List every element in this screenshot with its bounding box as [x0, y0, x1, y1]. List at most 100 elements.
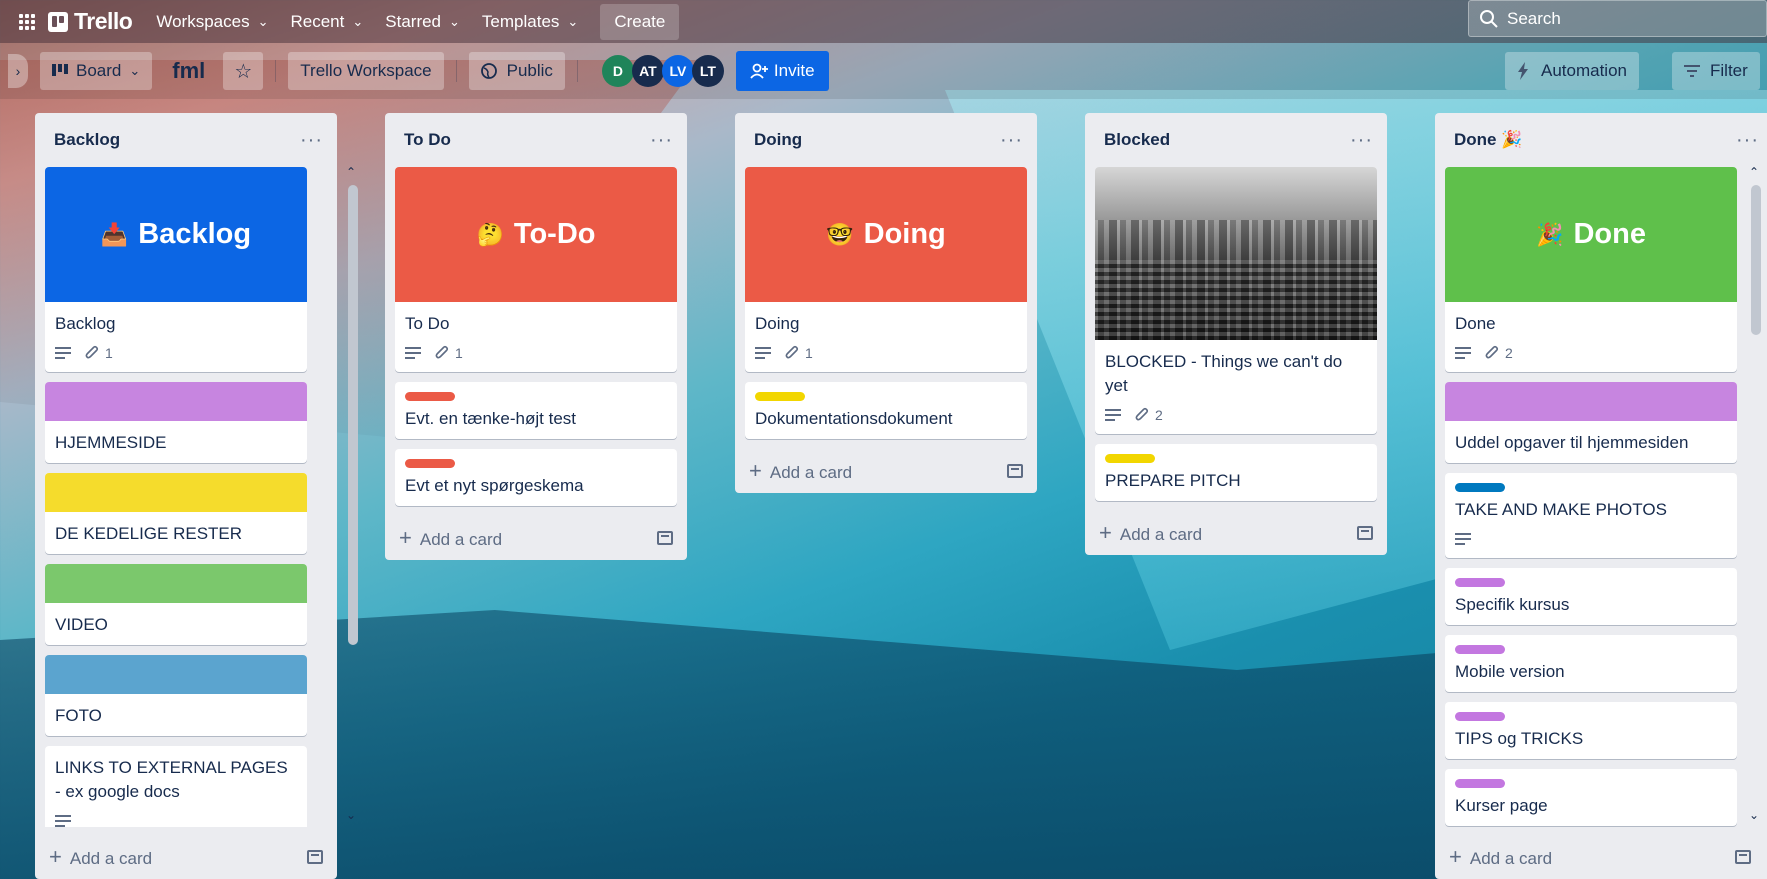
list-doing[interactable]: Doing ··· 🤓 Doing Doing 1 Dokumentations…	[735, 113, 1037, 493]
card-label[interactable]	[1455, 712, 1505, 721]
chevron-right-icon: ›	[15, 63, 21, 79]
member-avatar[interactable]: LV	[661, 55, 694, 87]
recent-menu[interactable]: Recent ⌄	[280, 6, 373, 38]
card-label[interactable]	[755, 392, 805, 401]
workspace-button[interactable]: Trello Workspace	[288, 52, 444, 90]
card[interactable]: Dokumentationsdokument	[745, 382, 1027, 439]
card[interactable]: 🤔 To-Do To Do 1	[395, 167, 677, 372]
more-options-icon[interactable]: ···	[300, 130, 323, 150]
card[interactable]: 🤓 Doing Doing 1	[745, 167, 1027, 372]
create-button[interactable]: Create	[600, 3, 680, 40]
card[interactable]: Uddel opgaver til hjemmesiden	[1445, 382, 1737, 463]
card[interactable]: Evt. en tænke-højt test	[395, 382, 677, 439]
add-card-button[interactable]: + Add a card	[1085, 511, 1387, 555]
board-title[interactable]: fml	[172, 58, 205, 84]
list-title[interactable]: To Do	[404, 130, 451, 150]
logo-text: Trello	[74, 8, 133, 34]
description-icon	[1455, 533, 1471, 545]
card-template-icon[interactable]	[1735, 850, 1751, 864]
card[interactable]: TIPS og TRICKS	[1445, 702, 1737, 759]
add-card-button[interactable]: + Add a card	[385, 516, 687, 560]
card-label[interactable]	[1455, 483, 1505, 492]
member-avatar[interactable]: D	[601, 55, 634, 87]
templates-menu[interactable]: Templates ⌄	[472, 6, 588, 38]
card-label[interactable]	[1455, 645, 1505, 654]
card-title: Evt et nyt spørgeskema	[405, 476, 584, 495]
card[interactable]: BLOCKED - Things we can't do yet 2	[1095, 167, 1377, 434]
more-options-icon[interactable]: ···	[1350, 130, 1373, 150]
card-title: To Do	[405, 314, 450, 333]
more-options-icon[interactable]: ···	[650, 130, 673, 150]
card-title: Doing	[755, 314, 800, 333]
attachment-count: 2	[1505, 345, 1513, 361]
list-title[interactable]: Blocked	[1104, 130, 1170, 150]
description-icon	[1105, 409, 1121, 421]
card-label[interactable]	[1105, 454, 1155, 463]
list-blocked[interactable]: Blocked ··· BLOCKED - Things we can't do…	[1085, 113, 1387, 555]
card[interactable]: Mobile version	[1445, 635, 1737, 692]
card-title: Specifik kursus	[1455, 595, 1570, 614]
card[interactable]: LINKS TO EXTERNAL PAGES - ex google docs	[45, 746, 307, 827]
card[interactable]: PREPARE PITCH	[1095, 444, 1377, 501]
list-header: Done 🎉 ···	[1435, 113, 1767, 167]
member-avatar[interactable]: AT	[631, 55, 664, 87]
list-backlog[interactable]: Backlog ··· 📥 Backlog Backlog 1 HJEMMESI…	[35, 113, 358, 879]
card[interactable]: Kurser page	[1445, 769, 1737, 826]
more-options-icon[interactable]: ···	[1000, 130, 1023, 150]
card-template-icon[interactable]	[1357, 526, 1373, 540]
card[interactable]: 📥 Backlog Backlog 1	[45, 167, 307, 372]
card-cover	[45, 382, 307, 421]
card[interactable]: FOTO	[45, 655, 307, 736]
starred-menu[interactable]: Starred ⌄	[375, 6, 470, 38]
filter-button[interactable]: Filter	[1672, 52, 1760, 90]
expand-sidebar-button[interactable]: ›	[8, 54, 28, 88]
invite-button[interactable]: Invite	[735, 51, 829, 91]
scrollbar-thumb[interactable]	[1751, 185, 1761, 335]
scroll-down-icon[interactable]: ⌄	[346, 808, 356, 822]
list-header: To Do ···	[385, 113, 687, 167]
list-title[interactable]: Done 🎉	[1454, 130, 1522, 150]
card[interactable]: 🎉 Done Done 2	[1445, 167, 1737, 372]
description-icon	[55, 347, 71, 359]
list-done[interactable]: Done 🎉 ··· 🎉 Done Done 2 Uddel opgaver t…	[1435, 113, 1767, 879]
workspaces-menu[interactable]: Workspaces ⌄	[146, 6, 278, 38]
card-label[interactable]	[1455, 779, 1505, 788]
scroll-up-icon[interactable]: ⌃	[1749, 165, 1759, 179]
board-view-switcher[interactable]: Board ⌄	[40, 52, 153, 90]
search-input[interactable]: Search	[1468, 0, 1767, 37]
add-card-button[interactable]: + Add a card	[1435, 835, 1767, 879]
scrollbar-thumb[interactable]	[348, 185, 358, 645]
scroll-up-icon[interactable]: ⌃	[346, 165, 356, 179]
more-options-icon[interactable]: ···	[1736, 130, 1759, 150]
add-card-button[interactable]: + Add a card	[735, 449, 1037, 493]
card[interactable]: TAKE AND MAKE PHOTOS	[1445, 473, 1737, 558]
card-template-icon[interactable]	[307, 850, 323, 864]
card-label[interactable]	[405, 392, 455, 401]
card-label[interactable]	[1455, 578, 1505, 587]
search-placeholder: Search	[1507, 8, 1561, 28]
card[interactable]: DE KEDELIGE RESTER	[45, 473, 307, 554]
recent-label: Recent	[290, 11, 345, 31]
attachment-count: 1	[105, 345, 113, 361]
card[interactable]: VIDEO	[45, 564, 307, 645]
card[interactable]: Specifik kursus	[1445, 568, 1737, 625]
card-label[interactable]	[405, 459, 455, 468]
list-to-do[interactable]: To Do ··· 🤔 To-Do To Do 1 Evt. en tænke-…	[385, 113, 687, 560]
card-template-icon[interactable]	[1007, 464, 1023, 478]
scroll-down-icon[interactable]: ⌄	[1749, 808, 1759, 822]
app-switcher-icon[interactable]	[10, 5, 44, 39]
member-avatar[interactable]: LT	[691, 55, 724, 87]
card[interactable]: Evt et nyt spørgeskema	[395, 449, 677, 506]
star-icon: ☆	[234, 60, 253, 83]
list-header: Backlog ···	[35, 113, 337, 167]
attachment-count: 1	[455, 345, 463, 361]
visibility-button[interactable]: Public	[468, 52, 565, 90]
trello-logo[interactable]: Trello	[48, 8, 133, 35]
card-template-icon[interactable]	[657, 531, 673, 545]
automation-button[interactable]: Automation	[1505, 52, 1639, 90]
add-card-button[interactable]: + Add a card	[35, 835, 337, 879]
list-title[interactable]: Backlog	[54, 130, 120, 150]
list-title[interactable]: Doing	[754, 130, 802, 150]
card[interactable]: HJEMMESIDE	[45, 382, 307, 463]
star-board-button[interactable]: ☆	[223, 52, 264, 90]
